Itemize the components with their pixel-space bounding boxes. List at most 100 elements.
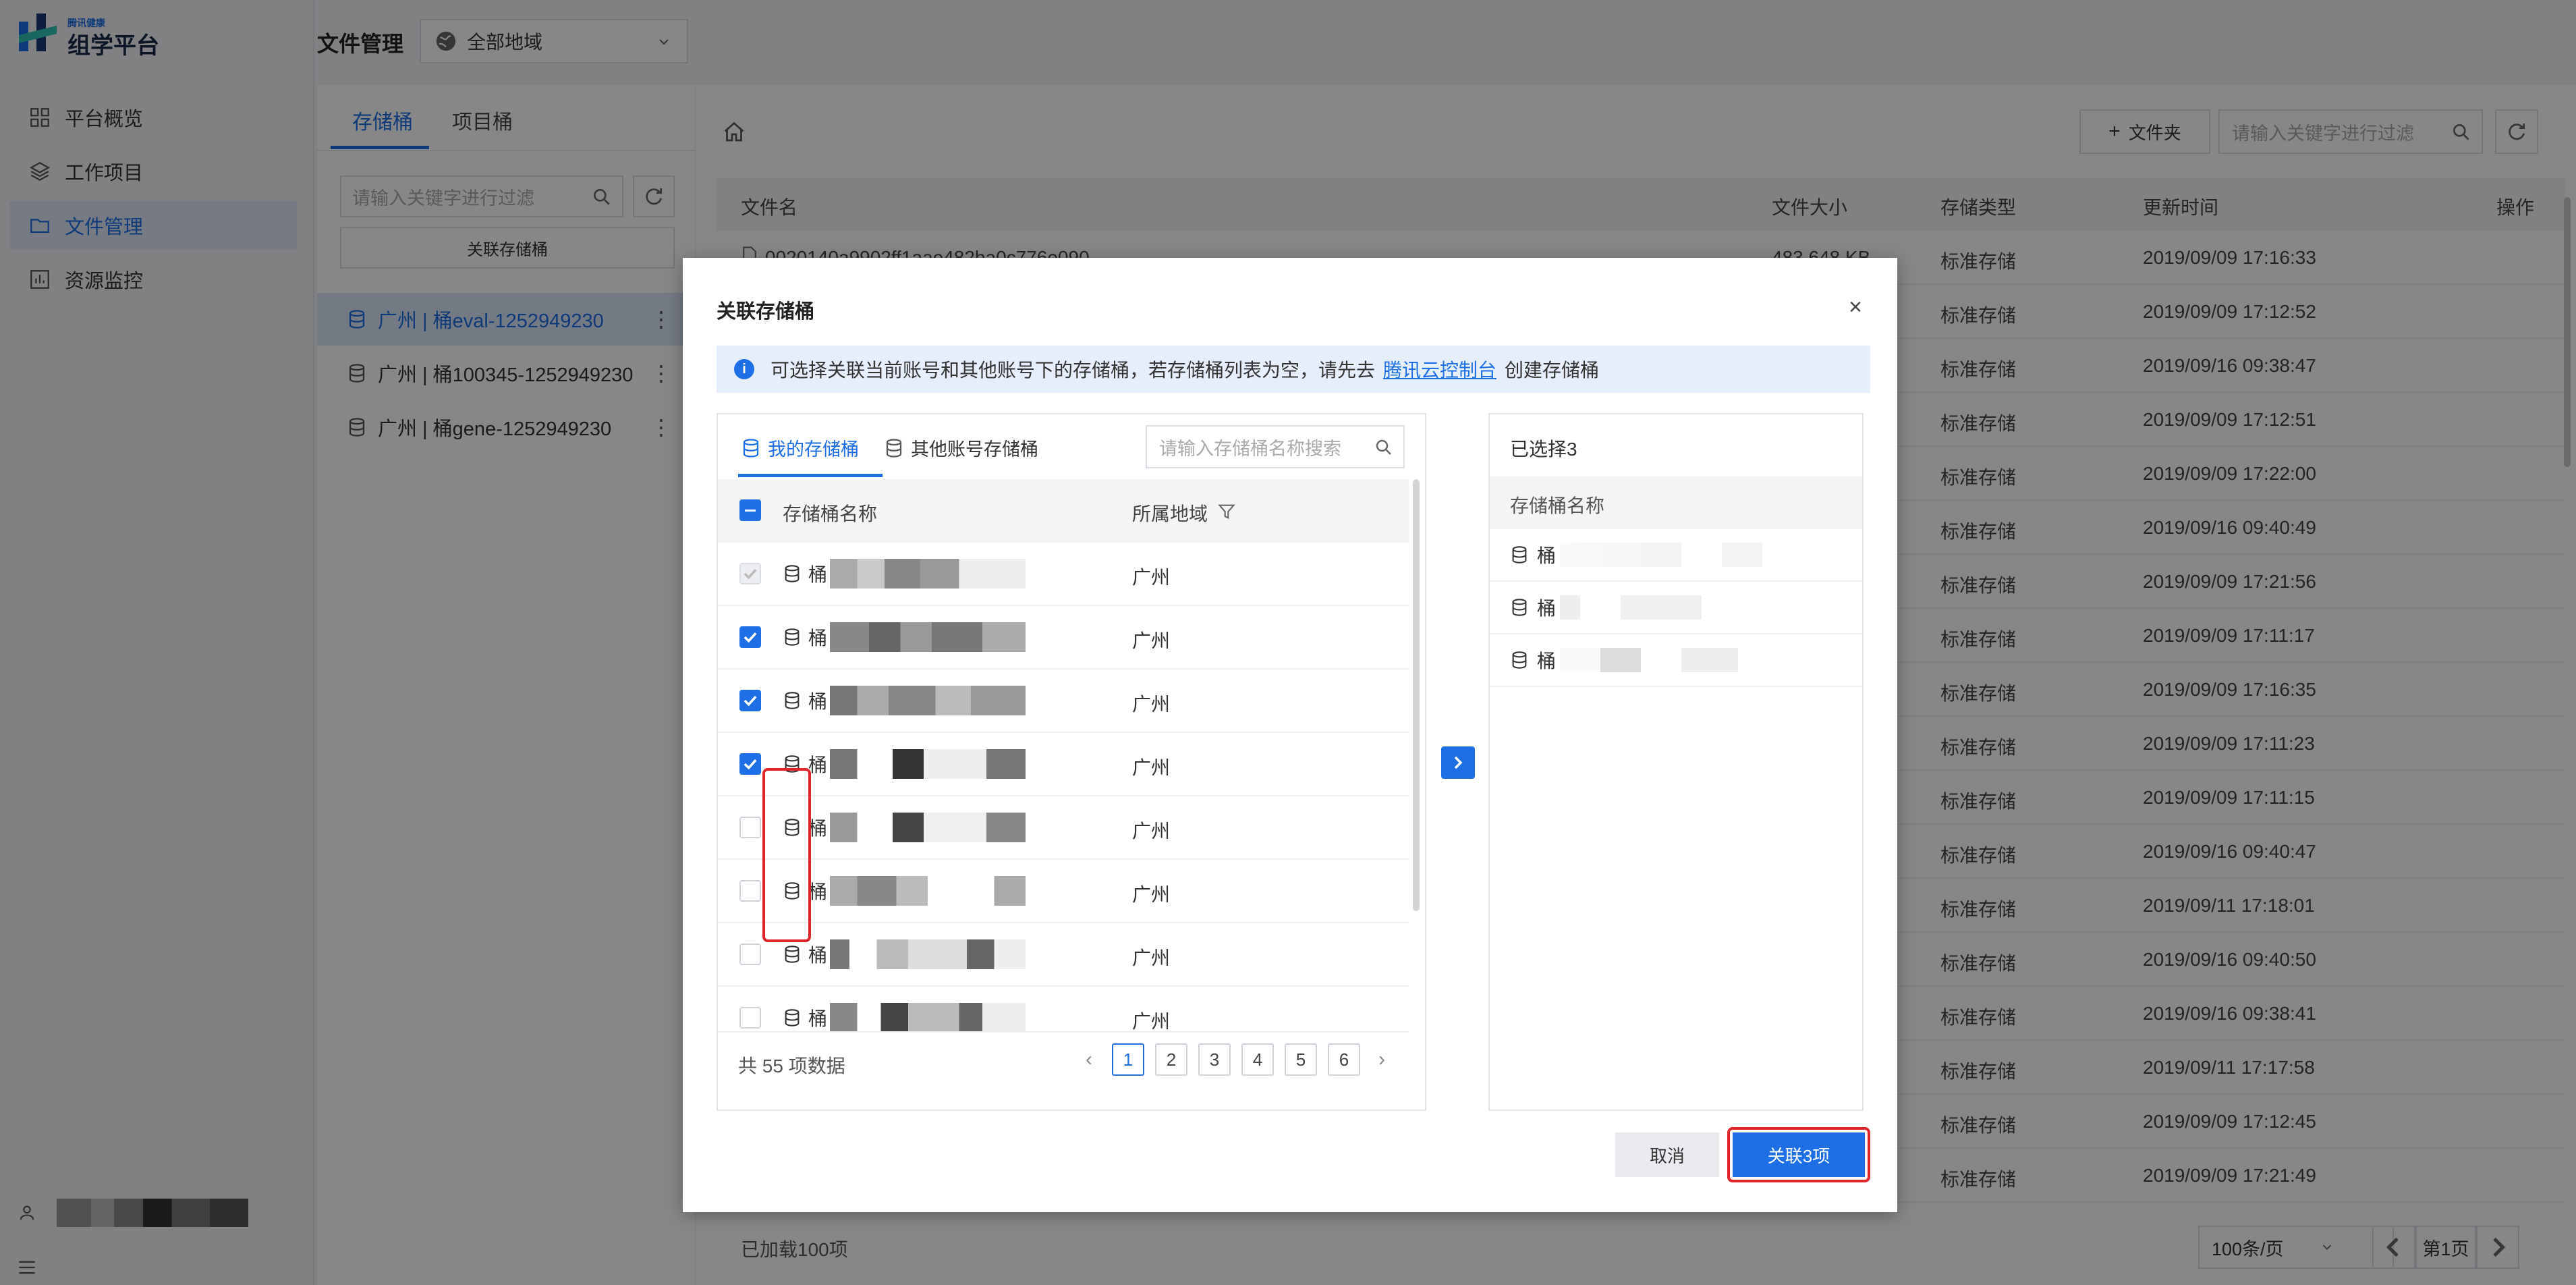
bucket-prefix: 桶 [808,691,828,712]
bucket-prefix: 桶 [808,755,828,775]
check-icon [744,759,757,770]
tab-label: 我的存储桶 [768,439,859,460]
bucket-name-cell: 桶 [783,876,1026,906]
bucket-row[interactable]: 桶 广州 [718,796,1409,860]
bucket-name-cell: 桶 [783,1003,1026,1031]
select-all-checkbox[interactable] [739,499,761,521]
selected-item[interactable]: 桶 [1490,582,1862,634]
highlight-confirm-button [1727,1127,1870,1182]
page-button[interactable]: 4 [1241,1043,1274,1076]
page-button[interactable]: 3 [1198,1043,1231,1076]
database-icon [1512,546,1527,564]
bucket-row[interactable]: 桶 广州 [718,923,1409,987]
bucket-row[interactable]: 桶 广州 [718,543,1409,606]
bucket-prefix: 桶 [808,1008,828,1029]
bucket-region: 广州 [1132,567,1171,588]
bucket-prefix: 桶 [808,628,828,649]
bucket-prefix: 桶 [1537,545,1557,566]
bucket-prefix: 桶 [808,945,828,966]
chevron-right-icon [1454,756,1463,769]
link-bucket-dialog: 关联存储桶 × i 可选择关联当前账号和其他账号下的存储桶，若存储桶列表为空，请… [683,258,1897,1212]
tab-active-indicator [738,474,883,477]
bucket-name-redacted [1560,595,1763,620]
tab-my-buckets[interactable]: 我的存储桶 [741,435,859,461]
database-icon [785,565,800,582]
bucket-name-cell: 桶 [783,559,1026,589]
database-link-icon [886,438,902,458]
bucket-list-header: 存储桶名称 所属地域 [718,479,1409,543]
bucket-name-redacted [830,876,1026,906]
col-region: 所属地域 [1132,503,1208,524]
selected-item[interactable]: 桶 [1490,529,1862,582]
bucket-name-cell: 桶 [783,813,1026,842]
bucket-row[interactable]: 桶 广州 [718,733,1409,796]
row-checkbox[interactable] [739,626,761,648]
tab-label: 其他账号存储桶 [911,439,1038,460]
total-count: 共 55 项数据 [738,1056,845,1076]
bucket-name-redacted [830,1003,1026,1031]
page-button[interactable]: 5 [1285,1043,1317,1076]
bucket-name-redacted [830,559,1026,589]
database-icon [785,628,800,646]
bucket-row[interactable]: 桶 广州 [718,606,1409,669]
row-checkbox[interactable] [739,753,761,775]
selected-item[interactable]: 桶 [1490,634,1862,687]
bucket-name-redacted [830,686,1026,715]
row-checkbox[interactable] [739,944,761,965]
bucket-name-cell: 桶 [783,686,1026,715]
bucket-row[interactable]: 桶 广州 [718,987,1409,1033]
page-button[interactable]: 1 [1112,1043,1144,1076]
search-placeholder: 请输入存储桶名称搜索 [1159,438,1341,459]
bucket-row[interactable]: 桶 广州 [718,860,1409,923]
prev-page-button[interactable]: ‹ [1077,1043,1101,1076]
selected-bucket-list: 已选择3 存储桶名称 桶桶桶 [1488,413,1864,1111]
next-page-button[interactable]: › [1370,1043,1394,1076]
database-icon [743,438,759,458]
filter-icon[interactable] [1217,502,1236,521]
database-icon [785,946,800,963]
bucket-name-redacted [830,939,1026,969]
row-checkbox[interactable] [739,1007,761,1029]
bucket-region: 广州 [1132,630,1171,651]
bucket-name-cell: 桶 [783,749,1026,779]
bucket-region: 广州 [1132,821,1171,842]
bucket-region: 广州 [1132,694,1171,715]
row-checkbox [739,563,761,584]
check-icon [744,695,757,707]
bucket-region: 广州 [1132,884,1171,905]
database-icon [785,1009,800,1027]
close-icon[interactable]: × [1849,294,1862,321]
row-checkbox[interactable] [739,690,761,711]
transfer-right-button[interactable] [1441,746,1475,779]
col-bucket-name: 存储桶名称 [783,503,878,524]
row-checkbox[interactable] [739,817,761,838]
row-checkbox[interactable] [739,880,761,902]
check-icon [744,632,757,643]
dialog-title: 关联存储桶 [717,301,815,323]
bucket-name-search-input[interactable]: 请输入存储桶名称搜索 [1146,425,1405,468]
bucket-region: 广州 [1132,757,1171,778]
selected-col-name: 存储桶名称 [1490,476,1862,529]
bucket-prefix: 桶 [1537,651,1557,672]
tab-other-buckets[interactable]: 其他账号存储桶 [884,435,1038,461]
bucket-prefix: 桶 [808,881,828,902]
bucket-name-redacted [830,749,1026,779]
info-banner: i 可选择关联当前账号和其他账号下的存储桶，若存储桶列表为空，请先去 腾讯云控制… [717,346,1870,393]
page-button[interactable]: 2 [1155,1043,1187,1076]
bucket-prefix: 桶 [808,818,828,839]
check-icon [744,568,757,580]
page-button[interactable]: 6 [1328,1043,1360,1076]
cancel-button[interactable]: 取消 [1615,1132,1719,1177]
highlight-checked-rows [762,768,811,942]
scrollbar[interactable] [1413,479,1420,911]
bucket-name-redacted [1560,648,1763,672]
tencent-console-link[interactable]: 腾讯云控制台 [1383,356,1496,383]
info-text-end: 创建存储桶 [1505,360,1600,381]
bucket-row[interactable]: 桶 广州 [718,669,1409,733]
bucket-name-cell: 桶 [783,622,1026,652]
bucket-prefix: 桶 [1537,598,1557,619]
bucket-name-redacted [830,622,1026,652]
bucket-name-redacted [830,813,1026,842]
selected-count: 已选择3 [1510,439,1577,460]
search-icon [1376,439,1391,455]
